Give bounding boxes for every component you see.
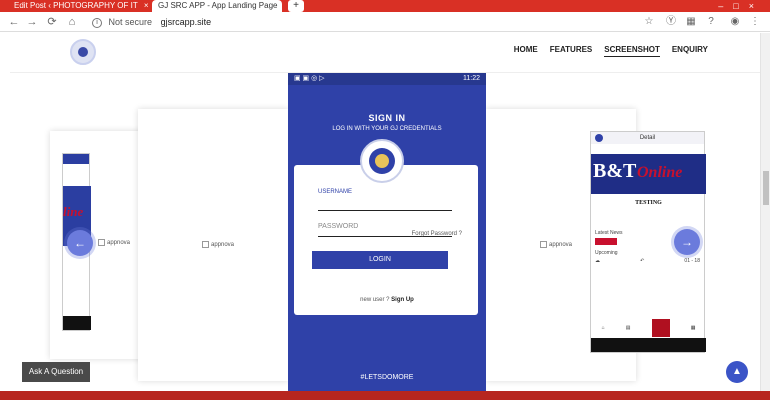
- site-header: HOME FEATURES SCREENSHOT ENQUIRY: [10, 33, 760, 73]
- reload-icon[interactable]: ⟳: [44, 14, 60, 30]
- carousel-prev-button[interactable]: ←: [67, 230, 93, 256]
- new-tab-button[interactable]: +: [288, 0, 304, 12]
- security-label: Not secure: [108, 17, 153, 27]
- phone-header: Detail: [591, 132, 704, 144]
- home-icon[interactable]: ⌂: [64, 14, 80, 30]
- home-tab-icon: ⌂: [601, 325, 605, 331]
- carousel-next-button[interactable]: →: [674, 229, 700, 255]
- help-icon[interactable]: ?: [704, 14, 718, 30]
- browser-tab-gj-src-app[interactable]: GJ SRC APP - App Landing Page ×: [152, 0, 282, 12]
- broken-image-alt: appnova: [540, 241, 572, 248]
- upcoming-label: Upcoming: [595, 250, 618, 256]
- forgot-password-link[interactable]: Forgot Password ?: [412, 231, 462, 237]
- page-scrollbar[interactable]: [760, 33, 770, 391]
- phone-nav-bar: [63, 316, 91, 330]
- forward-icon[interactable]: →: [24, 14, 40, 30]
- new-user-text: new user ?: [360, 297, 390, 303]
- menu-icon[interactable]: ⋮: [748, 14, 762, 30]
- news-tag: [595, 238, 617, 245]
- broken-image-alt: appnova: [98, 239, 130, 246]
- extension-icon[interactable]: ▦: [684, 14, 698, 30]
- center-tab-icon: [651, 319, 670, 337]
- os-taskbar: [0, 391, 770, 400]
- center-phone-screenshot: ▣ ▣ ◎ ▷ 11:22 SIGN IN LOG IN WITH YOUR G…: [288, 73, 486, 391]
- bookmark-star-icon[interactable]: ☆: [642, 14, 656, 30]
- share-icon: ↶: [640, 258, 645, 264]
- phone-bottom-tabs: ⌂ ▤ ▦: [591, 316, 706, 340]
- notification-icons: ▣ ▣ ◎ ▷: [294, 75, 325, 82]
- broken-image-alt: appnova: [202, 241, 234, 248]
- nav-home[interactable]: HOME: [514, 45, 538, 57]
- username-label: USERNAME: [318, 189, 353, 195]
- scrollbar-thumb[interactable]: [763, 171, 769, 205]
- extension-icon[interactable]: Ⓨ: [664, 14, 678, 30]
- account-icon[interactable]: ◉: [728, 14, 742, 30]
- scroll-to-top-button[interactable]: ▲: [726, 361, 748, 383]
- post-stats: ☁ ↶ 01 - 18: [595, 258, 700, 264]
- status-time: 11:22: [463, 75, 480, 82]
- sign-up-link[interactable]: Sign Up: [391, 297, 414, 303]
- nav-enquiry[interactable]: ENQUIRY: [672, 45, 708, 57]
- pages-tab-icon: ▤: [625, 325, 631, 331]
- date-stat: 01 - 18: [684, 258, 700, 264]
- app-logo-icon: [595, 134, 603, 142]
- phone-nav-bar: [591, 338, 706, 352]
- new-user-row: new user ? Sign Up: [288, 297, 486, 303]
- latest-news-label: Latest News: [595, 230, 623, 236]
- login-button[interactable]: LOGIN: [312, 251, 448, 269]
- browser-tab-bar: Edit Post ‹ PHOTOGRAPHY OF IT × GJ SRC A…: [0, 0, 770, 12]
- close-tab-icon[interactable]: ×: [144, 1, 148, 10]
- sign-in-subtitle: LOG IN WITH YOUR GJ CREDENTIALS: [332, 126, 442, 132]
- sign-in-title: SIGN IN: [368, 113, 406, 123]
- url-text: gjsrcapp.site: [160, 17, 212, 27]
- url-input[interactable]: i Not secure gjsrcapp.site: [92, 14, 632, 30]
- tab-label: Edit Post ‹ PHOTOGRAPHY OF IT: [14, 1, 138, 10]
- ask-question-button[interactable]: Ask A Question: [22, 362, 90, 382]
- username-field[interactable]: [318, 197, 452, 211]
- tagline: #LETSDOMORE: [360, 374, 414, 381]
- window-controls[interactable]: –□×: [718, 0, 764, 12]
- testing-heading: TESTING: [635, 200, 662, 206]
- login-form-card: USERNAME PASSWORD: [294, 165, 478, 315]
- carousel-slide[interactable]: appnova: [138, 109, 288, 381]
- browser-tab-edit-post[interactable]: Edit Post ‹ PHOTOGRAPHY OF IT ×: [8, 0, 148, 12]
- address-bar: ← → ⟳ ⌂ i Not secure gjsrcapp.site ☆ Ⓨ ▦…: [0, 12, 770, 32]
- tab-label: GJ SRC APP - App Landing Page: [158, 1, 278, 10]
- like-icon: ☁: [595, 258, 600, 264]
- back-icon[interactable]: ←: [6, 14, 22, 30]
- bt-online-banner: B&T Online: [591, 154, 706, 194]
- screenshot-carousel: appnova appnova line appnova ▣ ▣ ◎ ▷ 11:…: [10, 73, 760, 391]
- phone-header: [63, 154, 89, 164]
- main-nav: HOME FEATURES SCREENSHOT ENQUIRY: [514, 45, 708, 57]
- phone-status-bar: ▣ ▣ ◎ ▷ 11:22: [288, 73, 486, 85]
- news-tab-icon: ▦: [690, 325, 696, 331]
- site-logo[interactable]: [70, 39, 96, 65]
- nav-features[interactable]: FEATURES: [550, 45, 593, 57]
- info-icon[interactable]: i: [92, 17, 102, 28]
- college-emblem: [360, 139, 404, 183]
- nav-screenshot[interactable]: SCREENSHOT: [604, 45, 660, 57]
